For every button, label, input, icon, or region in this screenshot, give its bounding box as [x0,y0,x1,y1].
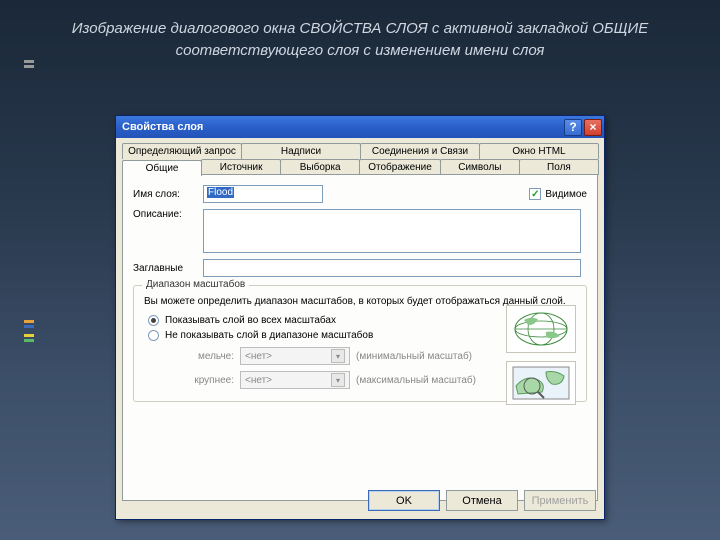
help-button[interactable]: ? [564,119,582,136]
tab-source[interactable]: Источник [201,159,281,175]
tab-fields[interactable]: Поля [519,159,599,175]
tab-general[interactable]: Общие [122,160,202,176]
smaller-label: мельче: [184,351,234,362]
description-input[interactable] [203,209,581,253]
dialog-title: Свойства слоя [122,121,203,133]
tab-panel-general: Имя слоя: Flood ✓ Видимое Описание: Загл… [122,174,598,501]
tab-html[interactable]: Окно HTML [479,143,599,159]
globe-illustration [506,305,576,353]
tab-joins[interactable]: Соединения и Связи [360,143,480,159]
visible-label: Видимое [545,189,587,200]
slide-side-marks [24,60,34,344]
tab-row-bottom: Общие Источник Выборка Отображение Симво… [122,158,598,174]
layer-properties-dialog: Свойства слоя ? × Определяющий запрос На… [115,115,605,520]
scale-range-group: Диапазон масштабов Вы можете определить … [133,285,587,402]
ok-button[interactable]: OK [368,490,440,511]
tab-query[interactable]: Определяющий запрос [122,143,242,159]
max-scale-select[interactable]: <нет> ▾ [240,371,350,389]
radio-icon [148,330,159,341]
description-label: Описание: [133,209,203,220]
titlebar[interactable]: Свойства слоя ? × [116,116,604,138]
map-illustration [506,361,576,405]
tab-labels[interactable]: Надписи [241,143,361,159]
visible-checkbox[interactable]: ✓ Видимое [529,188,587,200]
layer-name-label: Имя слоя: [133,189,203,200]
min-scale-select[interactable]: <нет> ▾ [240,347,350,365]
radio-icon [148,315,159,326]
tab-row-top: Определяющий запрос Надписи Соединения и… [122,142,598,158]
caption-words-input[interactable] [203,259,581,277]
caption-words-label: Заглавные [133,263,203,274]
layer-name-input[interactable]: Flood [203,185,323,203]
max-scale-hint: (максимальный масштаб) [356,375,476,386]
slide-caption: Изображение диалогового окна СВОЙСТВА СЛ… [0,0,720,62]
close-button[interactable]: × [584,119,602,136]
group-title: Диапазон масштабов [142,279,249,290]
check-icon: ✓ [529,188,541,200]
apply-button[interactable]: Применить [524,490,596,511]
min-scale-hint: (минимальный масштаб) [356,351,472,362]
chevron-down-icon: ▾ [331,349,345,363]
cancel-button[interactable]: Отмена [446,490,518,511]
chevron-down-icon: ▾ [331,373,345,387]
tab-selection[interactable]: Выборка [280,159,360,175]
dialog-buttons: OK Отмена Применить [368,490,596,511]
larger-label: крупнее: [184,375,234,386]
tab-display[interactable]: Отображение [359,159,441,175]
tab-symbology[interactable]: Символы [440,159,520,175]
